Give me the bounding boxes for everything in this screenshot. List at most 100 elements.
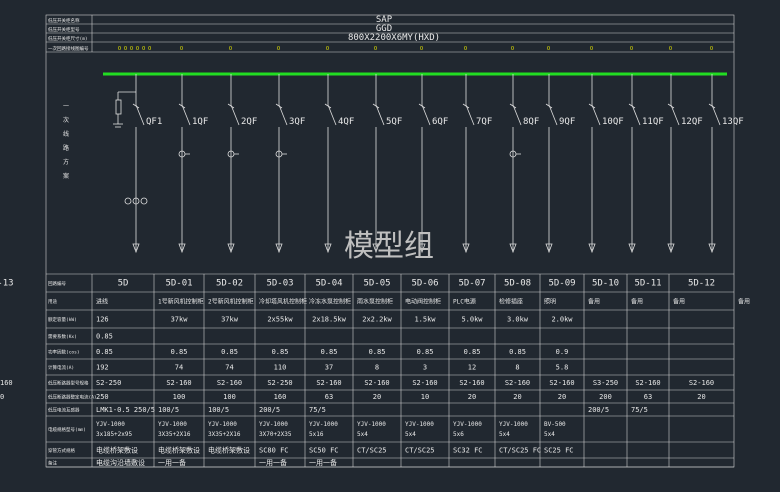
cell-id: 5D-09 [548,279,575,289]
cell-ia: 8 [515,364,519,372]
left-panel-label: 一次线路方案 [63,103,69,180]
breaker-blade [670,104,680,126]
breaker-blade [711,104,721,126]
cell-note: 电缆沟沿墙敷设 [96,458,145,467]
surge-arrester-icon [115,99,122,115]
breaker-label: 5QF [386,117,402,127]
cell-note: 一用一备 [309,458,337,467]
cell-breaker: S2-250 [267,379,292,387]
cell-setting: 20 [697,393,705,401]
cell-cable-type: YJV-1000 [499,421,528,428]
cell-power: 37kw [221,316,239,324]
cell-id: 5D-01 [165,279,192,289]
cell-ia: 8 [375,364,379,372]
cell-ia: 74 [225,364,233,372]
cell-use: 2号新风机控制柜 [208,298,254,306]
breaker-blade [375,104,385,126]
cell-cos: 0.85 [369,348,386,356]
cell-use: 检修插座 [499,298,523,306]
cell-cable-size: 5x4 [544,431,555,438]
breaker-label: 4QF [338,117,354,127]
cell-breaker: S2-160 [166,379,191,387]
row-label: 额定容量(kW) [48,316,77,323]
ct-icon [140,197,148,205]
cell-conduit: 电缆桥架敷设 [208,446,250,455]
drawing-canvas: { "header": { "row_labels": ["低压开关柜名称", … [0,0,780,492]
cell-use: 备用 [673,298,685,306]
cell-ct: LMK1-0.5 250/5 [96,406,155,414]
cell-conduit: SC32 FC [453,447,483,455]
circuit-table: 回路编号用途额定容量(kW) 需要系数(Kx) 功率因数(cos) 计算电流(A) 低压… [0,273,750,468]
breaker-blade [327,104,337,126]
cell-conduit: SC50 FC [309,447,339,455]
scheme-mark: O [547,46,550,52]
left-label-char: 案 [63,172,69,180]
cell-ct: 200/5 [588,406,609,414]
breaker-label: 11QF [642,117,664,127]
cell-note: 一用一备 [158,458,186,467]
breaker-blade [631,104,641,126]
cell-cos: 0.85 [509,348,526,356]
cell-cable-type: YJV-1000 [453,421,482,428]
cell-ia: 192 [96,364,109,372]
cell-cable-type: YJV-1000 [208,421,237,428]
scheme-marks: O O O O O OOOOOOOOOOOOOO [118,46,713,52]
row-label: 回路编号 [48,280,66,287]
scheme-mark: O [420,46,423,52]
feeder-2QF: 2QF [227,74,257,254]
cell-use: PLC电源 [453,298,476,306]
cell-cable-size: 5x4 [499,431,510,438]
cell-setting: 200 [599,393,612,401]
feeder-11QF: 11QF [628,74,664,254]
scheme-mark: O [710,46,713,52]
cell-ia: 37 [325,364,333,372]
cell-cable-size: 5x6 [453,431,464,438]
breaker-label: 9QF [559,117,575,127]
cell-cable-type: YJV-1000 [357,421,386,428]
row-label: 低压断路器型号规格 [48,380,89,387]
cell-power: 37kw [171,316,189,324]
ct-icon [124,197,132,205]
cell-breaker: S2-160 [505,379,530,387]
header-block: 低压开关柜名称 低压开关柜型号 低压开关柜尺寸(m) 一次回路接线图编号 SAP… [46,15,734,53]
single-line-diagram: 低压开关柜名称 低压开关柜型号 低压开关柜尺寸(m) 一次回路接线图编号 SAP… [0,14,750,468]
left-label-char: 路 [63,144,69,152]
cell-use: 进线 [96,298,108,306]
cell-id: 5D-07 [458,279,485,289]
watermark: 模型组 [344,229,434,264]
cell-use: 雨水泵控制柜 [357,298,393,306]
cell-id: 5D-03 [266,279,293,289]
cell-cable-size: 3X35+2X16 [208,431,241,438]
cell-ct: 100/5 [208,406,229,414]
cell-ia: 5.8 [556,364,569,372]
feeder-circuits: QF1 1QF 2QF 3QF 4QF 5QF 6QF 7QF 8QF 9QF 10QF 11QF 12… [113,74,744,254]
cell-breaker: S3-250 [593,379,618,387]
cell-power: 126 [96,316,109,324]
header-line3: 800X2200X6MY(HXD) [348,33,440,43]
feeder-9QF: 9QF [545,74,575,254]
cell-cable-size: 3x185+2x95 [96,431,133,438]
breaker-label: 13QF [722,117,744,127]
feeder-3QF: 3QF [275,74,305,254]
breaker-label: 6QF [432,117,448,127]
cell-cos: 0.85 [464,348,481,356]
cell-id: 5D-13 [0,279,14,289]
cell-cable-type: YJV-1000 [309,421,338,428]
cell-setting: 10 [421,393,429,401]
cell-ia: 74 [175,364,183,372]
cell-id: 5D-11 [634,279,661,289]
cell-ia: 3 [423,364,427,372]
cell-breaker: S2-160 [459,379,484,387]
cell-cos: 0.9 [556,348,569,356]
cell-ct: 75/5 [309,406,326,414]
cell-breaker: S2-160 [217,379,242,387]
cell-ct: 200/5 [259,406,280,414]
cell-cable-size: 5x16 [309,431,324,438]
header-label-size: 低压开关柜尺寸(m) [48,35,88,42]
cell-cos: 0.85 [171,348,188,356]
cell-cable-size: 5x4 [357,431,368,438]
feeder-5QF: 5QF [372,74,402,254]
feeder-7QF: 7QF [462,74,492,254]
cell-id: 5D-08 [504,279,531,289]
breaker-blade [591,104,601,126]
